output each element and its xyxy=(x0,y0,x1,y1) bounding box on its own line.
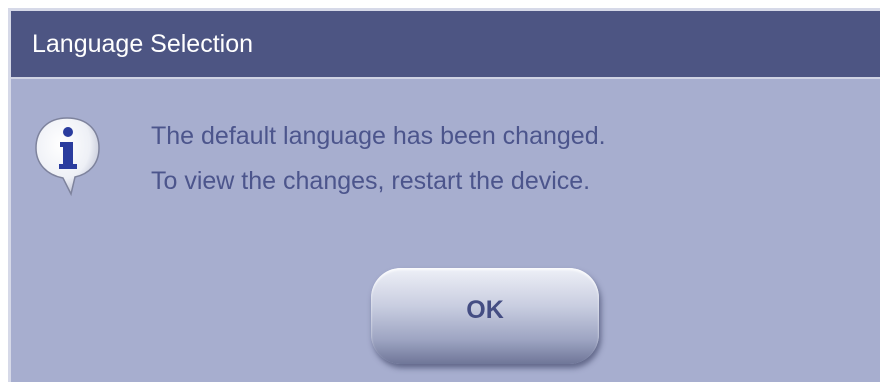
message-line-2: To view the changes, restart the device. xyxy=(151,167,591,195)
ok-button[interactable]: OK xyxy=(371,268,599,364)
ok-button-label: OK xyxy=(466,296,504,324)
message-line-1: The default language has been changed. xyxy=(151,122,606,150)
language-selection-dialog: Language Selection The default language … xyxy=(8,8,880,382)
info-icon xyxy=(31,114,103,198)
dialog-message: The default language has been changed. T… xyxy=(151,114,606,204)
dialog-titlebar: Language Selection xyxy=(11,11,880,79)
dialog-title: Language Selection xyxy=(32,30,254,58)
